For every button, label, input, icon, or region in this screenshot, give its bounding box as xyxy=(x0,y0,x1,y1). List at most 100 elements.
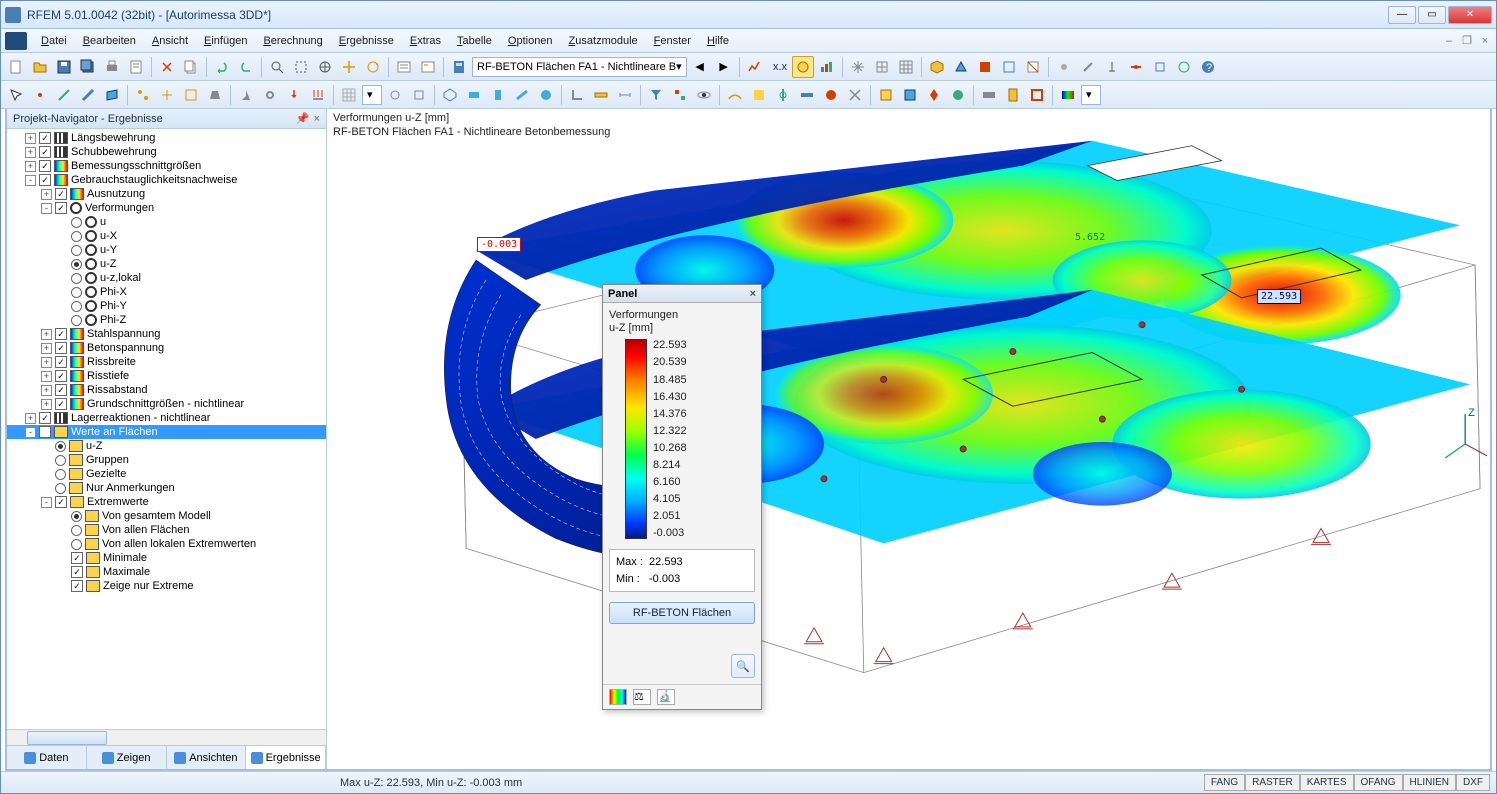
checkbox[interactable]: ✓ xyxy=(55,496,67,508)
checkbox[interactable]: ✓ xyxy=(55,370,67,382)
tools4-button[interactable] xyxy=(1125,56,1147,78)
surface-button[interactable] xyxy=(101,84,123,106)
checkbox[interactable]: ✓ xyxy=(71,552,83,564)
radio[interactable] xyxy=(71,245,82,256)
tools6-button[interactable] xyxy=(1173,56,1195,78)
view4-button[interactable] xyxy=(511,84,533,106)
status-toggle-dxf[interactable]: DXF xyxy=(1456,774,1490,791)
menu-ergebnisse[interactable]: Ergebnisse xyxy=(331,33,402,49)
tree-item[interactable]: +✓Schubbewehrung xyxy=(7,145,326,159)
tree-item[interactable]: Phi-Y xyxy=(7,299,326,313)
expand-icon[interactable]: + xyxy=(25,147,36,158)
app-logo[interactable] xyxy=(5,32,27,50)
tree-item[interactable]: u xyxy=(7,215,326,229)
mdi-restore-icon[interactable]: ❐ xyxy=(1460,34,1474,48)
status-toggle-hlinien[interactable]: HLINIEN xyxy=(1403,774,1456,791)
tree-item[interactable]: ✓Minimale xyxy=(7,551,326,565)
pan-button[interactable] xyxy=(338,56,360,78)
radio[interactable] xyxy=(55,441,66,452)
menu-optionen[interactable]: Optionen xyxy=(500,33,561,49)
cut-button[interactable] xyxy=(156,56,178,78)
line-button[interactable] xyxy=(53,84,75,106)
tree-item[interactable]: Von gesamtem Modell xyxy=(7,509,326,523)
prev-lc-button[interactable]: ◀ xyxy=(689,56,711,78)
zoomwin-button[interactable] xyxy=(290,56,312,78)
misc6-button[interactable] xyxy=(844,84,866,106)
grid-button[interactable] xyxy=(338,84,360,106)
expand-icon[interactable]: + xyxy=(25,133,36,144)
misc1-button[interactable] xyxy=(724,84,746,106)
tree-item[interactable]: +✓Stahlspannung xyxy=(7,327,326,341)
loadcase-combo[interactable]: RF-BETON Flächen FA1 - Nichtlineare B▾ xyxy=(472,57,687,77)
radio[interactable] xyxy=(71,301,82,312)
last1-button[interactable] xyxy=(978,84,1000,106)
redo-button[interactable] xyxy=(235,56,257,78)
checkbox[interactable]: ✓ xyxy=(39,412,51,424)
saveall-button[interactable] xyxy=(77,56,99,78)
tree-item[interactable]: u-Y xyxy=(7,243,326,257)
nav-tab-ansichten[interactable]: Ansichten xyxy=(167,746,247,769)
mdi-close-icon[interactable]: × xyxy=(1478,34,1492,48)
checkbox[interactable]: ✓ xyxy=(55,328,67,340)
tools1-button[interactable] xyxy=(1053,56,1075,78)
snap1-button[interactable] xyxy=(384,84,406,106)
menu-hilfe[interactable]: Hilfe xyxy=(699,33,737,49)
zoom-button[interactable] xyxy=(266,56,288,78)
tree-item[interactable]: +✓Lagerreaktionen - nichtlinear xyxy=(7,411,326,425)
tree-item[interactable]: +✓Risstiefe xyxy=(7,369,326,383)
dim-button[interactable] xyxy=(614,84,636,106)
tree-item[interactable]: +✓Rissbreite xyxy=(7,355,326,369)
calc-button[interactable] xyxy=(448,56,470,78)
view2-button[interactable] xyxy=(463,84,485,106)
menu-bearbeiten[interactable]: Bearbeiten xyxy=(75,33,144,49)
tree-item[interactable]: -✓Gebrauchstauglichkeitsnachweise xyxy=(7,173,326,187)
rotate-button[interactable] xyxy=(362,56,384,78)
module4-button[interactable] xyxy=(947,84,969,106)
mesh1-button[interactable] xyxy=(847,56,869,78)
tree-item[interactable]: +✓Längsbewehrung xyxy=(7,131,326,145)
expand-icon[interactable]: + xyxy=(41,371,52,382)
persp-button[interactable] xyxy=(950,56,972,78)
tree-item[interactable]: -✓Werte an Flächen xyxy=(7,425,326,439)
tree-item[interactable]: Phi-Z xyxy=(7,313,326,327)
tree-item[interactable]: -✓Extremwerte xyxy=(7,495,326,509)
copy-button[interactable] xyxy=(180,56,202,78)
tree-item[interactable]: +✓Grundschnittgrößen - nichtlinear xyxy=(7,397,326,411)
misc5-button[interactable] xyxy=(820,84,842,106)
tree-item[interactable]: Von allen Flächen xyxy=(7,523,326,537)
checkbox[interactable]: ✓ xyxy=(55,342,67,354)
values-button[interactable]: x.xx xyxy=(768,56,790,78)
toggle-button[interactable] xyxy=(792,56,814,78)
expand-icon[interactable]: + xyxy=(41,343,52,354)
expand-icon[interactable]: + xyxy=(41,329,52,340)
checkbox[interactable]: ✓ xyxy=(39,174,51,186)
expand-icon[interactable]: + xyxy=(25,161,36,172)
help-button[interactable]: ? xyxy=(1197,56,1219,78)
tree-item[interactable]: +✓Rissabstand xyxy=(7,383,326,397)
filter1-button[interactable] xyxy=(645,84,667,106)
tree-item[interactable]: +✓Bemessungsschnittgrößen xyxy=(7,159,326,173)
radio[interactable] xyxy=(55,469,66,480)
nav-tab-zeigen[interactable]: Zeigen xyxy=(87,746,167,769)
tree-item[interactable]: ✓Zeige nur Extreme xyxy=(7,579,326,593)
tree-item[interactable]: -✓Verformungen xyxy=(7,201,326,215)
save-button[interactable] xyxy=(53,56,75,78)
new-button[interactable] xyxy=(5,56,27,78)
mesh2-button[interactable] xyxy=(871,56,893,78)
menu-ansicht[interactable]: Ansicht xyxy=(144,33,196,49)
tree-item[interactable]: Nur Anmerkungen xyxy=(7,481,326,495)
expand-icon[interactable]: - xyxy=(25,175,36,186)
filter2-button[interactable] xyxy=(669,84,691,106)
last2-button[interactable] xyxy=(1002,84,1024,106)
menu-einfügen[interactable]: Einfügen xyxy=(196,33,255,49)
status-toggle-raster[interactable]: RASTER xyxy=(1245,774,1300,791)
radio[interactable] xyxy=(71,511,82,522)
checkbox[interactable]: ✓ xyxy=(55,188,67,200)
nav-tab-ergebnisse[interactable]: Ergebnisse xyxy=(246,746,326,769)
navigator-hscroll[interactable] xyxy=(7,729,326,745)
nav-tab-daten[interactable]: Daten xyxy=(7,746,87,769)
panel-module-button[interactable]: RF-BETON Flächen xyxy=(609,602,755,624)
print-button[interactable] xyxy=(101,56,123,78)
open-button[interactable] xyxy=(29,56,51,78)
tree-item[interactable]: Phi-X xyxy=(7,285,326,299)
